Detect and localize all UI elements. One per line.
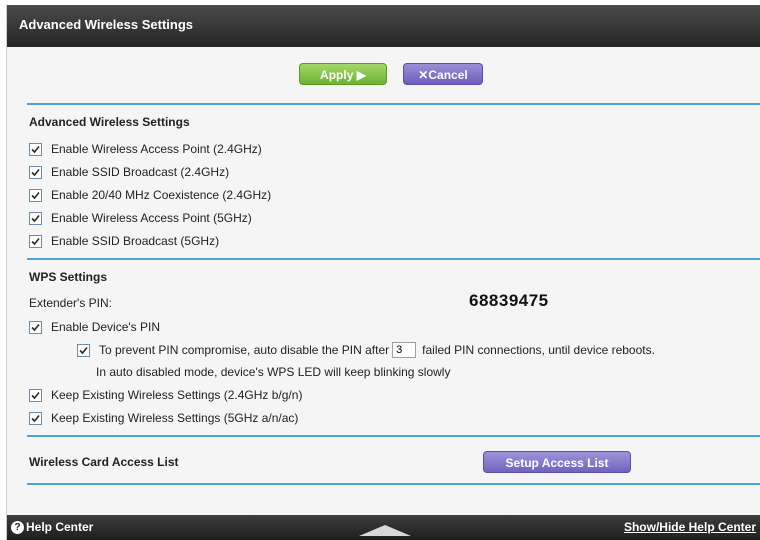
checkbox[interactable] (29, 188, 42, 202)
option-label: Keep Existing Wireless Settings (5GHz a/… (51, 411, 299, 425)
section-divider (27, 103, 760, 105)
apply-button[interactable]: Apply ▶ (299, 63, 387, 85)
wps-section-title: WPS Settings (29, 270, 108, 284)
prevent-text-after: failed PIN connections, until device reb… (422, 343, 655, 357)
checkbox[interactable] (29, 411, 42, 425)
checkbox[interactable] (77, 343, 90, 357)
prevent-text-before: To prevent PIN compromise, auto disable … (99, 343, 390, 357)
option-label: Enable SSID Broadcast (2.4GHz) (51, 165, 230, 179)
option-label: Enable SSID Broadcast (5GHz) (51, 234, 220, 248)
option-wireless-ap-24[interactable]: Enable Wireless Access Point (2.4GHz) (29, 141, 262, 157)
checkbox[interactable] (29, 388, 42, 402)
checkmark-icon (31, 323, 40, 331)
option-label: Keep Existing Wireless Settings (2.4GHz … (51, 388, 303, 402)
option-ssid-broadcast-24[interactable]: Enable SSID Broadcast (2.4GHz) (29, 164, 229, 180)
option-label: Enable Device's PIN (51, 320, 161, 334)
help-center-link[interactable]: ? Help Center (11, 520, 93, 534)
checkmark-icon (31, 414, 40, 422)
section-divider (27, 435, 760, 437)
option-label: Enable 20/40 MHz Coexistence (2.4GHz) (51, 188, 272, 202)
checkbox[interactable] (29, 142, 42, 156)
checkbox[interactable] (29, 211, 42, 225)
option-prevent-pin-compromise[interactable]: To prevent PIN compromise, auto disable … (77, 342, 655, 358)
checkmark-icon (79, 346, 88, 354)
page-title: Advanced Wireless Settings (19, 17, 193, 32)
pin-label: Extender's PIN: (29, 296, 112, 310)
checkmark-icon (31, 191, 40, 199)
checkbox[interactable] (29, 320, 42, 334)
option-label: Enable Wireless Access Point (2.4GHz) (51, 142, 262, 156)
option-keep-settings-24[interactable]: Keep Existing Wireless Settings (2.4GHz … (29, 387, 302, 403)
checkmark-icon (31, 214, 40, 222)
advanced-section-title: Advanced Wireless Settings (29, 115, 190, 129)
option-enable-device-pin[interactable]: Enable Device's PIN (29, 319, 160, 335)
show-hide-help-center-link[interactable]: Show/Hide Help Center (624, 520, 756, 534)
checkbox[interactable] (29, 234, 42, 248)
option-label: Enable Wireless Access Point (5GHz) (51, 211, 252, 225)
failed-attempts-input[interactable] (392, 342, 417, 358)
section-divider (27, 483, 760, 485)
section-divider (27, 258, 760, 260)
access-list-title: Wireless Card Access List (29, 455, 179, 469)
option-keep-settings-5[interactable]: Keep Existing Wireless Settings (5GHz a/… (29, 410, 298, 426)
setup-access-list-button[interactable]: Setup Access List (483, 451, 631, 473)
auto-disabled-note: In auto disabled mode, device's WPS LED … (96, 365, 451, 379)
help-footer: ? Help Center Show/Hide Help Center (7, 515, 760, 540)
option-coexistence-24[interactable]: Enable 20/40 MHz Coexistence (2.4GHz) (29, 187, 271, 203)
title-bar: Advanced Wireless Settings (7, 5, 760, 47)
checkmark-icon (31, 237, 40, 245)
cancel-button[interactable]: ✕Cancel (403, 63, 483, 85)
checkmark-icon (31, 391, 40, 399)
settings-content: Apply ▶ ✕Cancel Advanced Wireless Settin… (7, 47, 760, 515)
settings-frame: Advanced Wireless Settings Apply ▶ ✕Canc… (6, 5, 760, 540)
help-center-label: Help Center (26, 520, 94, 534)
checkbox[interactable] (29, 165, 42, 179)
option-ssid-broadcast-5[interactable]: Enable SSID Broadcast (5GHz) (29, 233, 219, 249)
arrow-up-icon[interactable] (359, 524, 411, 536)
checkmark-icon (31, 145, 40, 153)
help-circle-icon: ? (11, 520, 24, 534)
option-wireless-ap-5[interactable]: Enable Wireless Access Point (5GHz) (29, 210, 252, 226)
checkmark-icon (31, 168, 40, 176)
pin-value: 68839475 (469, 291, 549, 310)
